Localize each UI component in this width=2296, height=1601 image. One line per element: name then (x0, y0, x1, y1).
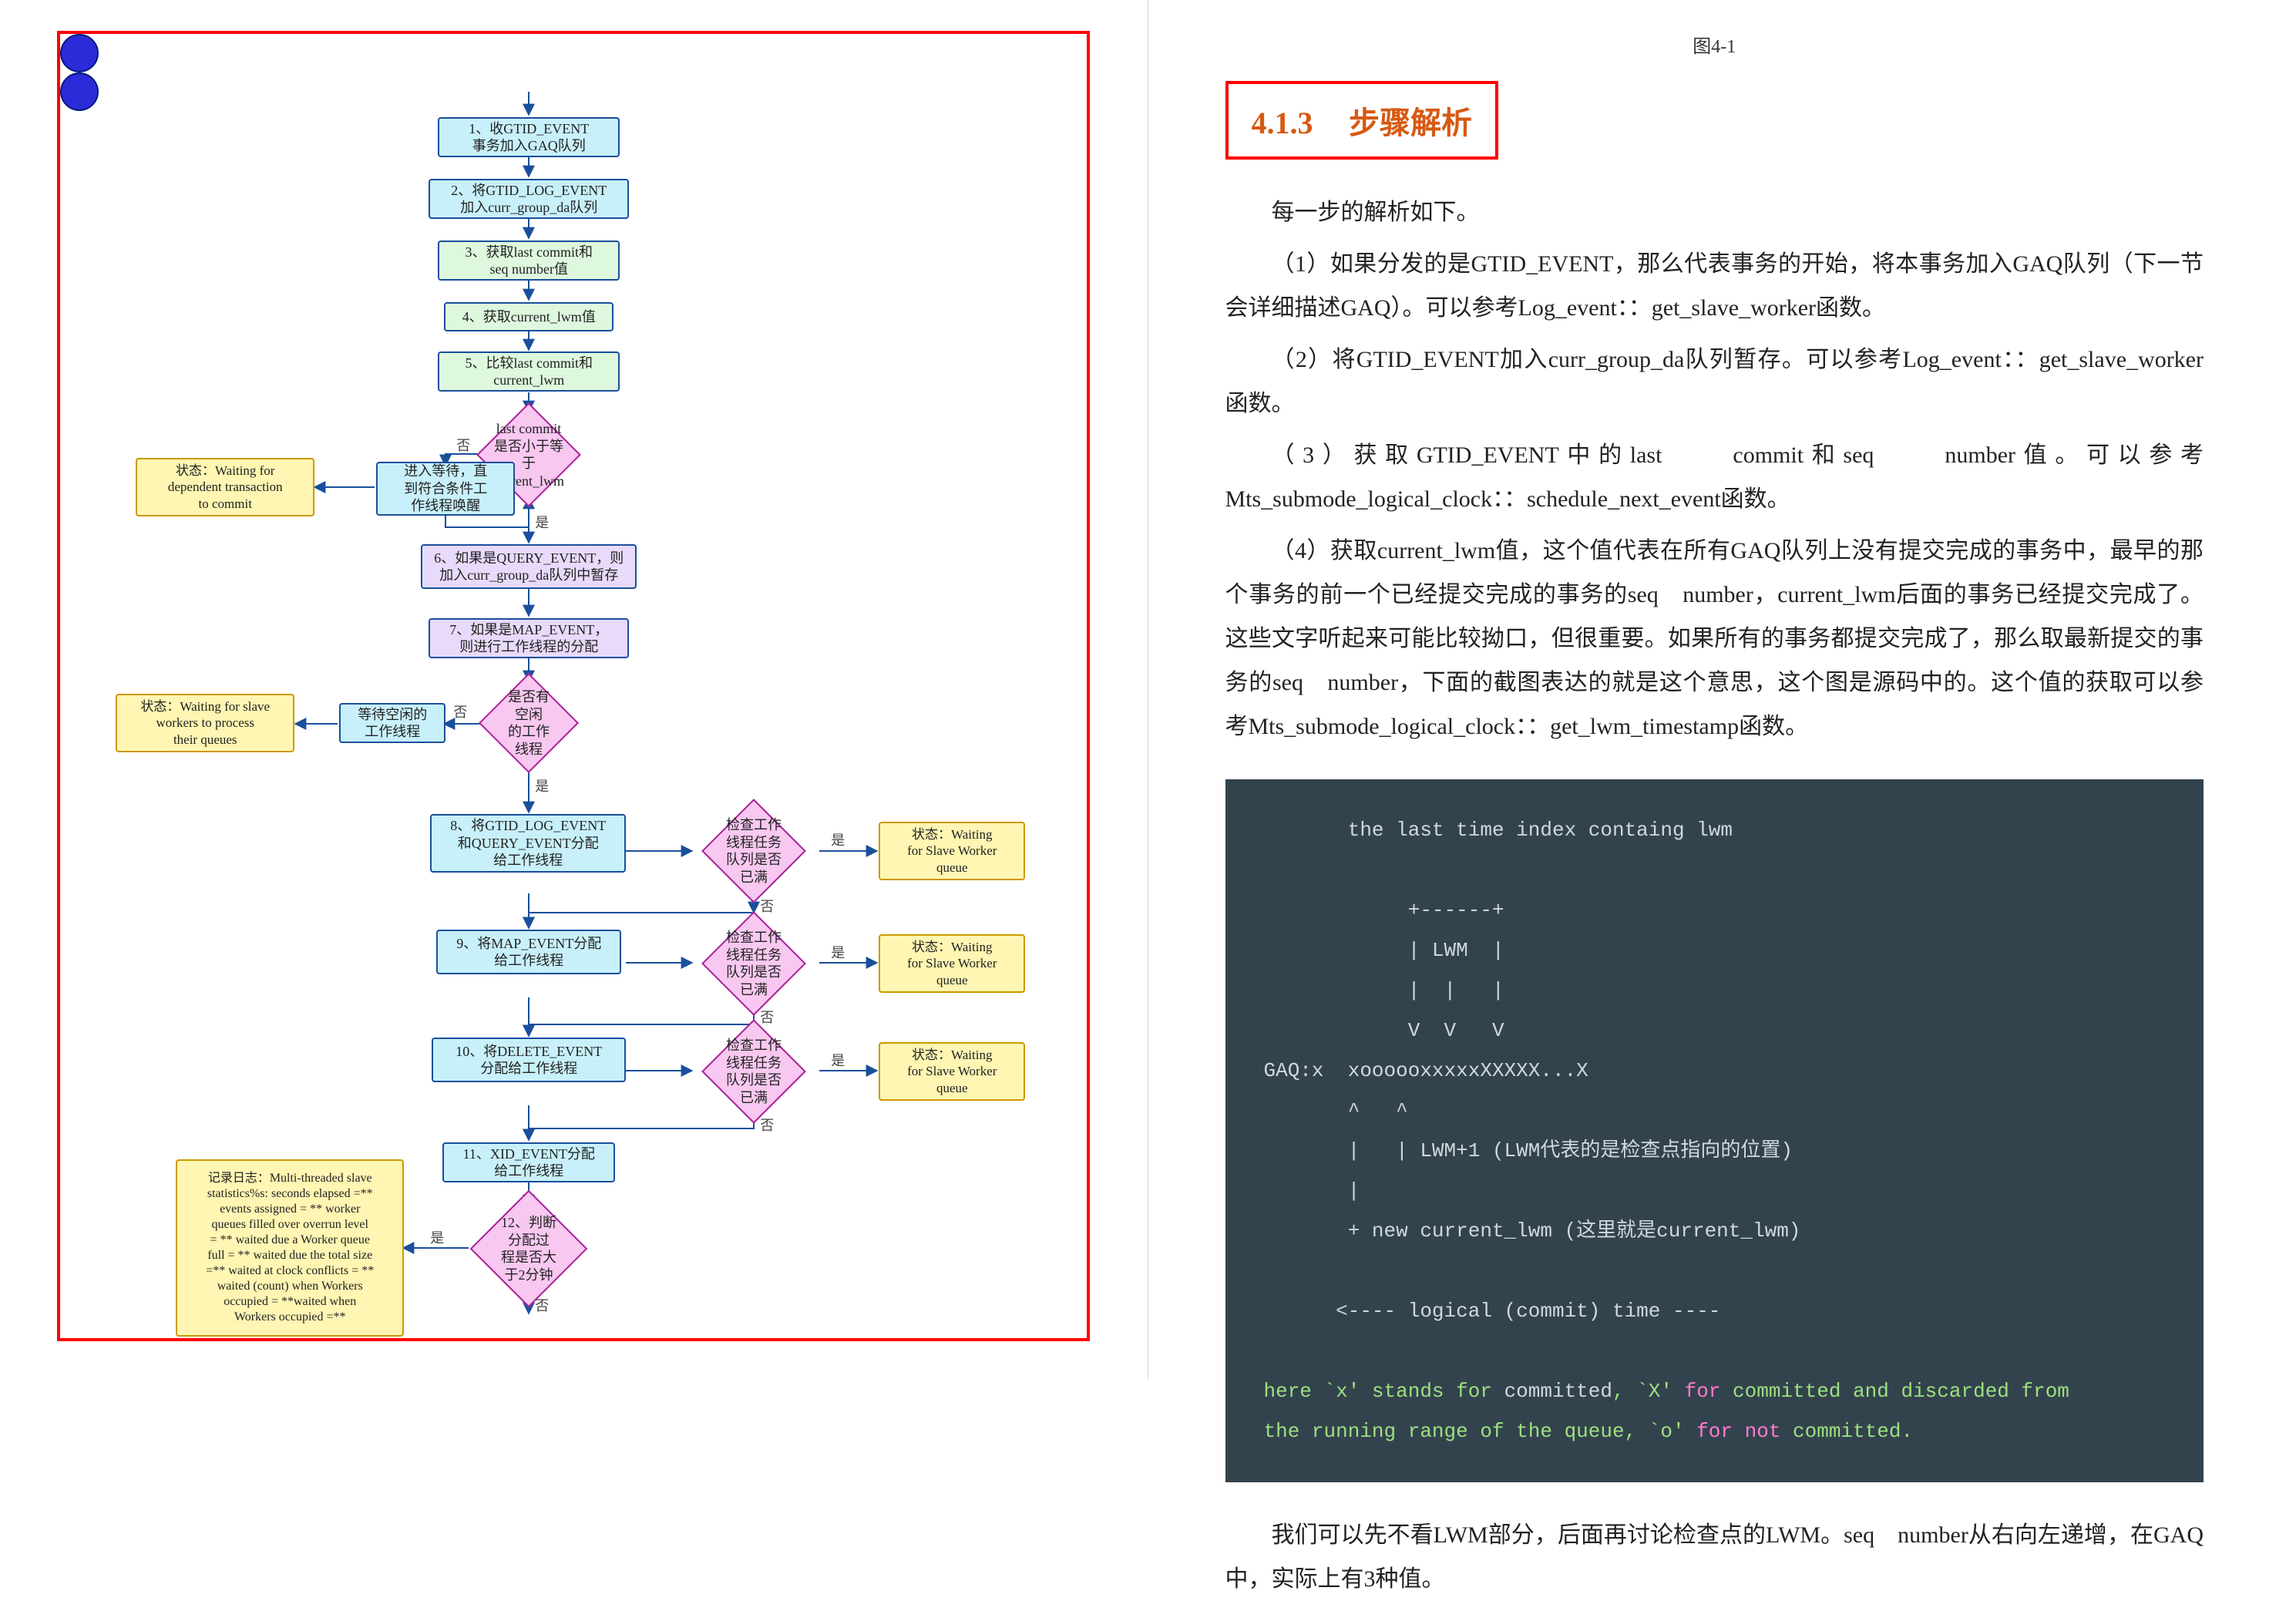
flow-d3-label: 检查工作 线程任务队列是否 已满 (726, 816, 782, 886)
section-number: 4.1.3 (1252, 106, 1313, 140)
flow-s4: 状态：Waiting for Slave Worker queue (879, 934, 1025, 993)
flow-d5: 检查工作 线程任务队列是否 已满 (701, 1019, 806, 1124)
edge-d4-no: 否 (760, 1007, 774, 1027)
flow-d5-label: 检查工作 线程任务队列是否 已满 (726, 1037, 782, 1106)
flow-d6: 12、判断分配过 程是否大于2分钟 (470, 1190, 588, 1308)
flow-d6-label: 12、判断分配过 程是否大于2分钟 (496, 1214, 561, 1283)
para-1: （1）如果分发的是GTID_EVENT，那么代表事务的开始，将本事务加入GAQ队… (1225, 242, 2204, 330)
code-foot1d: for (1685, 1380, 1721, 1403)
para-5: 我们可以先不看LWM部分，后面再讨论检查点的LWM。seq number从右向左… (1225, 1513, 2204, 1601)
flow-s2: 状态：Waiting for slave workers to process … (116, 694, 294, 752)
flow-n4: 4、获取current_lwm值 (444, 302, 613, 331)
code-block: the last time index containg lwm +------… (1225, 779, 2204, 1482)
flow-n10: 10、将DELETE_EVENT 分配给工作线程 (432, 1038, 626, 1082)
flow-n7: 7、如果是MAP_EVENT， 则进行工作线程的分配 (429, 618, 629, 658)
flow-s1: 状态：Waiting for dependent transaction to … (136, 458, 314, 516)
flow-d2: 是否有空闲 的工作线程 (479, 673, 579, 773)
flow-n6: 6、如果是QUERY_EVENT，则 加入curr_group_da队列中暂存 (421, 544, 637, 589)
flow-s6: 记录日志：Multi-threaded slave statistics%s: … (176, 1159, 404, 1337)
flow-w2: 等待空闲的 工作线程 (339, 703, 445, 743)
code-foot2c: committed. (1780, 1420, 1913, 1443)
flow-d4-label: 检查工作 线程任务队列是否 已满 (726, 929, 782, 998)
flow-n3: 3、获取last commit和 seq number值 (438, 240, 620, 281)
flow-end (60, 72, 99, 111)
flow-n5: 5、比较last commit和 current_lwm (438, 351, 620, 392)
code-body: the last time index containg lwm +------… (1264, 819, 1801, 1323)
edge-d3-no: 否 (760, 896, 774, 916)
code-foot1b: committed (1504, 1380, 1612, 1403)
left-page: 1、收GTID_EVENT 事务加入GAQ队列 2、将GTID_LOG_EVEN… (0, 0, 1148, 1379)
code-foot2b: for not (1696, 1420, 1780, 1443)
flow-w1: 进入等待，直 到符合条件工 作线程唤醒 (376, 462, 515, 516)
section-title: 步骤解析 (1349, 106, 1472, 140)
edge-d2-no: 否 (453, 701, 467, 721)
code-foot2a: the running range of the queue, `o' (1264, 1420, 1697, 1443)
flow-d4: 检查工作 线程任务队列是否 已满 (701, 911, 806, 1016)
flow-s5: 状态：Waiting for Slave Worker queue (879, 1042, 1025, 1101)
edge-d6-yes: 是 (430, 1227, 444, 1247)
para-4: （4）获取current_lwm值，这个值代表在所有GAQ队列上没有提交完成的事… (1225, 529, 2204, 748)
flowchart-frame: 1、收GTID_EVENT 事务加入GAQ队列 2、将GTID_LOG_EVEN… (57, 31, 1090, 1341)
edge-d2-yes: 是 (535, 775, 549, 795)
flow-d3: 检查工作 线程任务队列是否 已满 (701, 799, 806, 903)
para-2: （2）将GTID_EVENT加入curr_group_da队列暂存。可以参考Lo… (1225, 338, 2204, 425)
para-0: 每一步的解析如下。 (1225, 190, 2204, 234)
flow-start (60, 34, 99, 72)
edge-d6-no: 否 (535, 1295, 549, 1315)
para-3: （3）获取GTID_EVENT中的last commit和seq number值… (1225, 433, 2204, 521)
flow-s3: 状态：Waiting for Slave Worker queue (879, 822, 1025, 880)
edge-d3-yes: 是 (831, 829, 845, 849)
code-foot1a: here `x' stands for (1264, 1380, 1504, 1403)
flow-n1: 1、收GTID_EVENT 事务加入GAQ队列 (438, 117, 620, 157)
edge-d5-yes: 是 (831, 1050, 845, 1070)
edge-d1-no: 否 (456, 435, 470, 455)
code-foot1c: , `X' (1612, 1380, 1685, 1403)
flow-n2: 2、将GTID_LOG_EVENT 加入curr_group_da队列 (429, 179, 629, 219)
flow-n11: 11、XID_EVENT分配 给工作线程 (442, 1142, 615, 1182)
right-page: 图4-1 4.1.3 步骤解析 每一步的解析如下。 （1）如果分发的是GTID_… (1148, 0, 2296, 1379)
edge-d1-yes: 是 (535, 512, 549, 532)
flow-d2-label: 是否有空闲 的工作线程 (503, 688, 555, 758)
section-heading-box: 4.1.3 步骤解析 (1225, 81, 1499, 160)
figure-caption: 图4-1 (1225, 31, 2204, 58)
flow-n8: 8、将GTID_LOG_EVENT 和QUERY_EVENT分配 给工作线程 (430, 814, 626, 873)
edge-d5-no: 否 (760, 1115, 774, 1135)
flow-n9: 9、将MAP_EVENT分配 给工作线程 (436, 930, 621, 974)
code-foot1e: committed and discarded from (1720, 1380, 2069, 1403)
edge-d4-yes: 是 (831, 942, 845, 962)
